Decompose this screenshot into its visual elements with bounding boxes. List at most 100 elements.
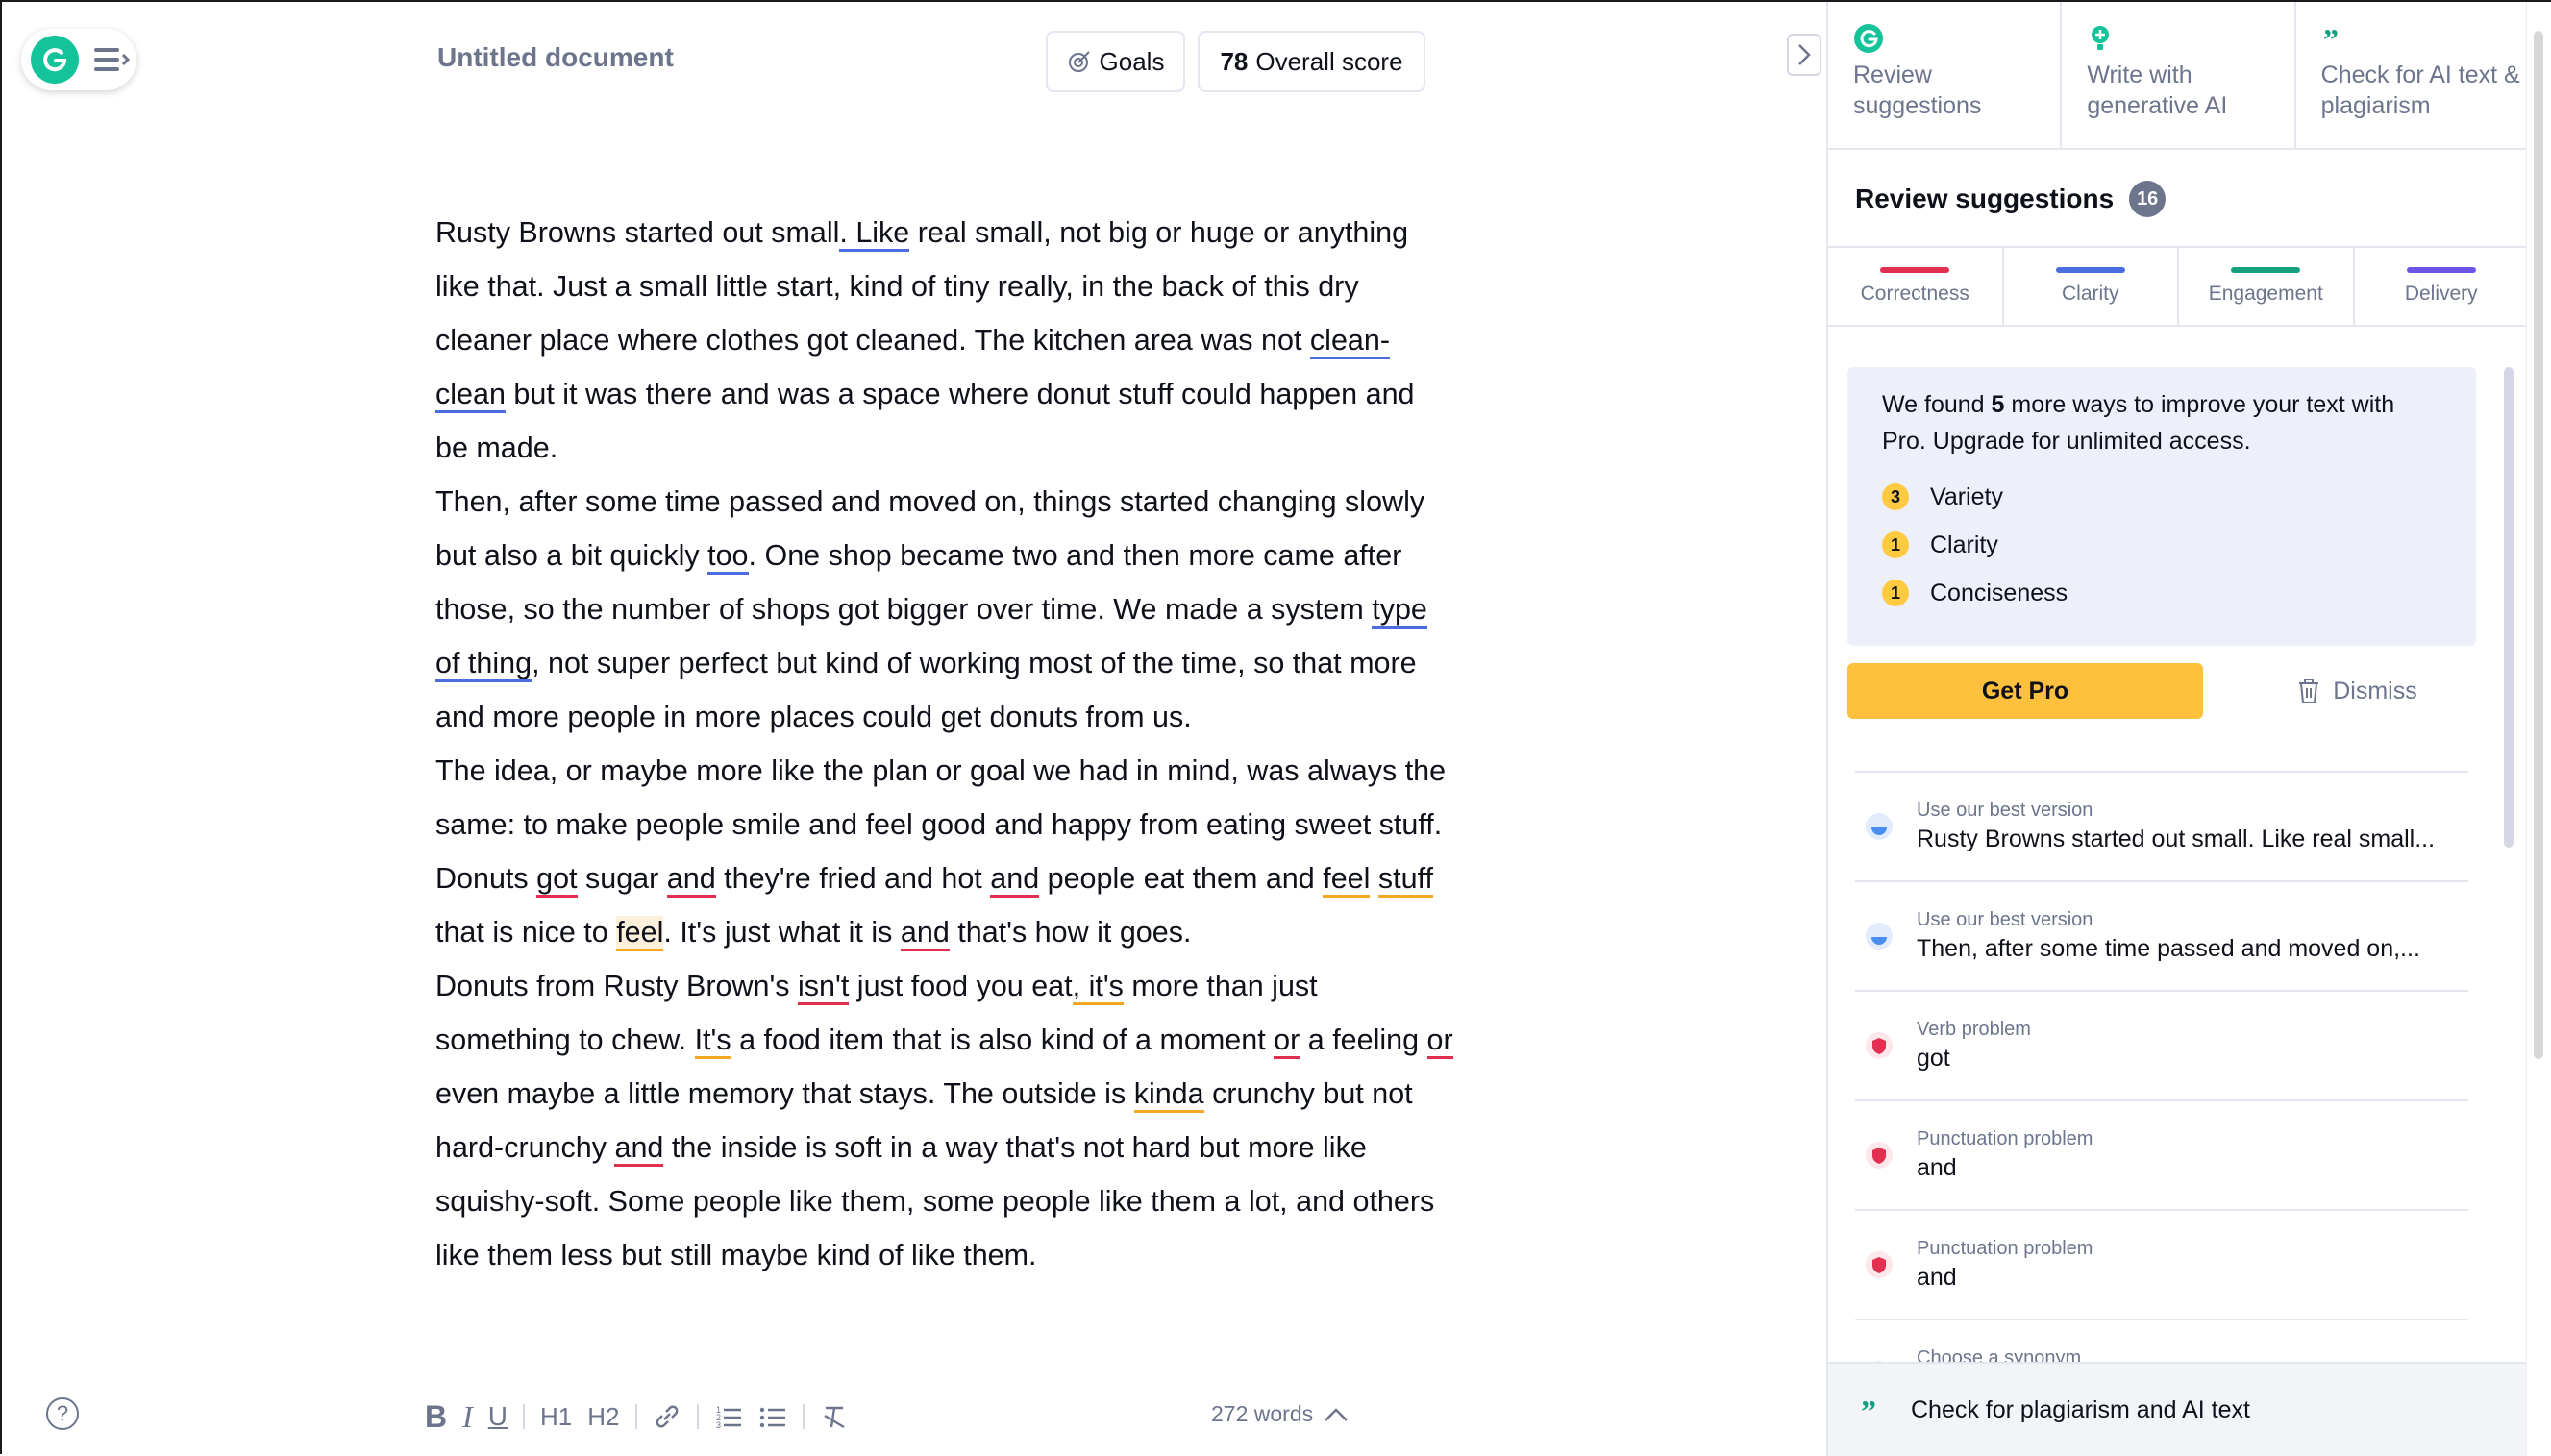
suggestion-card[interactable]: Use our best version Then, after some tim…	[1855, 880, 2468, 990]
flagged-text-red[interactable]: and	[900, 916, 950, 951]
numbered-list-icon[interactable]: 123	[706, 1397, 751, 1436]
flagged-text-yellow[interactable]: It's	[694, 1024, 731, 1059]
page-scrollbar-thumb[interactable]	[2534, 31, 2543, 1059]
hamburger-menu-icon[interactable]	[92, 40, 131, 79]
text-run: they're fried and hot	[715, 862, 991, 895]
panel-scrollbar-thumb[interactable]	[2504, 367, 2514, 848]
text-run	[1370, 862, 1377, 895]
text-run: a food item that is also kind of a momen…	[731, 1024, 1275, 1056]
document-editor[interactable]: Rusty Browns started out small. Like rea…	[435, 206, 1454, 1376]
flagged-text-red[interactable]: and	[614, 1131, 664, 1167]
flagged-text-blue[interactable]: too	[707, 539, 749, 575]
suggestion-count-badge: 16	[2129, 181, 2167, 217]
correctness-shield-icon	[1863, 1139, 1895, 1172]
document-paragraph[interactable]: Rusty Browns started out small. Like rea…	[435, 206, 1454, 475]
help-icon[interactable]: ?	[46, 1397, 79, 1430]
bullet-list-icon[interactable]	[751, 1397, 795, 1436]
text-run: , not super perfect but kind of working …	[435, 647, 1417, 733]
suggestion-card[interactable]: Verb problem got	[1855, 990, 2468, 1099]
pro-item-conciseness: 1 Conciseness	[1882, 569, 2441, 617]
suggestion-card[interactable]: Punctuation problem and	[1855, 1209, 2468, 1319]
flagged-text-red[interactable]: or	[1426, 1024, 1453, 1059]
document-paragraph[interactable]: Donuts from Rusty Brown's isn't just foo…	[435, 959, 1454, 1282]
category-bar	[1880, 267, 1950, 273]
suggestion-body: Punctuation problem and	[1917, 1128, 2093, 1182]
correctness-shield-icon	[1863, 1029, 1895, 1062]
check-plagiarism-button[interactable]: ” Check for plagiarism and AI text	[1828, 1362, 2528, 1456]
flagged-text-yellow[interactable]: stuff	[1377, 862, 1433, 898]
tab-review-suggestions[interactable]: Review suggestions	[1828, 2, 2063, 148]
sparkle-bulb-icon	[2087, 23, 2118, 54]
tab-label: Write with generative AI	[2087, 62, 2228, 119]
flagged-text-red[interactable]: isn't	[798, 970, 850, 1005]
flagged-text-yellow[interactable]: feel	[1323, 862, 1371, 898]
category-bar	[2055, 267, 2125, 273]
flagged-text-red[interactable]: and	[990, 862, 1040, 898]
category-clarity[interactable]: Clarity	[2004, 248, 2179, 325]
quote-icon: ”	[2321, 23, 2352, 54]
word-count-button[interactable]: 272 words	[1211, 1401, 1350, 1427]
flagged-text-blue[interactable]: . Like	[839, 216, 910, 252]
suggestion-card[interactable]: Use our best version Rusty Browns started…	[1855, 771, 2468, 880]
toolbar-divider	[802, 1404, 805, 1429]
document-paragraph[interactable]: The idea, or maybe more like the plan or…	[435, 744, 1454, 959]
category-label: Clarity	[2061, 283, 2119, 305]
suggestion-body: Verb problem got	[1917, 1019, 2031, 1073]
suggestion-text: Then, after some time passed and moved o…	[1917, 935, 2420, 962]
trash-icon	[2299, 679, 2319, 703]
pro-item-variety: 3 Variety	[1882, 473, 2441, 521]
pro-item-clarity: 1 Clarity	[1882, 521, 2441, 569]
bold-button[interactable]: B	[417, 1397, 455, 1436]
dismiss-button[interactable]: Dismiss	[2261, 663, 2453, 719]
suggestion-body: Use our best version Rusty Browns started…	[1917, 800, 2435, 853]
pro-item-count: 1	[1882, 580, 1909, 606]
link-icon[interactable]	[645, 1397, 689, 1436]
pro-item-label: Conciseness	[1930, 579, 2068, 606]
suggestion-card[interactable]: Punctuation problem and	[1855, 1099, 2468, 1209]
category-delivery[interactable]: Delivery	[2355, 248, 2529, 325]
heading1-button[interactable]: H1	[532, 1397, 580, 1436]
flagged-text-yellow[interactable]: , it's	[1072, 970, 1124, 1005]
logo-menu-pill	[21, 29, 136, 90]
category-label: Engagement	[2208, 283, 2323, 305]
tab-check-ai-plagiarism[interactable]: ” Check for AI text & plagiarism	[2296, 2, 2528, 148]
pro-upsell-text: We found 5 more ways to improve your tex…	[1882, 391, 2395, 455]
heading2-button[interactable]: H2	[580, 1397, 627, 1436]
flagged-text-yellow[interactable]: kinda	[1133, 1077, 1204, 1113]
document-paragraph[interactable]: Then, after some time passed and moved o…	[435, 475, 1454, 744]
tab-label: Check for AI text & plagiarism	[2320, 62, 2520, 119]
review-title: Review suggestions	[1855, 184, 2115, 213]
target-icon	[1068, 51, 1090, 72]
flagged-text-red[interactable]: got	[536, 862, 578, 898]
overall-score-button[interactable]: 78 Overall score	[1198, 31, 1425, 92]
suggestion-kind: Punctuation problem	[1917, 1238, 2093, 1259]
flagged-text-red[interactable]: and	[666, 862, 716, 898]
grammarly-logo-icon[interactable]	[31, 36, 79, 84]
flagged-text-red[interactable]: or	[1274, 1024, 1300, 1059]
pro-item-count: 3	[1882, 483, 1909, 510]
clear-formatting-icon[interactable]	[812, 1397, 856, 1436]
text-run: Rusty Browns started out small	[435, 216, 840, 249]
document-title[interactable]: Untitled document	[437, 42, 674, 73]
flagged-text-yellow[interactable]: feel	[616, 916, 664, 951]
assistant-panel: Review suggestions Write with generative…	[1826, 2, 2528, 1456]
category-filters: Correctness Clarity Engagement Delivery	[1828, 246, 2528, 327]
suggestion-card[interactable]: Choose a synonymfeel	[1855, 1319, 2468, 1362]
grammarly-g-icon	[1853, 23, 1884, 54]
goals-button[interactable]: Goals	[1046, 31, 1185, 92]
review-suggestions-heading: Review suggestions 16	[1855, 181, 2167, 217]
get-pro-button[interactable]: Get Pro	[1847, 663, 2203, 719]
category-bar	[2406, 267, 2476, 273]
italic-button[interactable]: I	[455, 1397, 481, 1436]
app-window: Untitled document Goals 78 Overall score…	[0, 0, 2551, 1456]
suggestion-kind: Verb problem	[1917, 1019, 2031, 1040]
category-engagement[interactable]: Engagement	[2179, 248, 2355, 325]
tab-write-generative-ai[interactable]: Write with generative AI	[2062, 2, 2296, 148]
suggestion-kind: Use our best version	[1917, 909, 2093, 930]
toolbar-divider	[696, 1404, 699, 1429]
suggestion-text: Rusty Browns started out small. Like rea…	[1917, 826, 2436, 852]
underline-button[interactable]: U	[481, 1397, 515, 1436]
collapse-panel-button[interactable]	[1787, 34, 1821, 76]
svg-text:3: 3	[716, 1420, 721, 1430]
category-correctness[interactable]: Correctness	[1828, 248, 2004, 325]
